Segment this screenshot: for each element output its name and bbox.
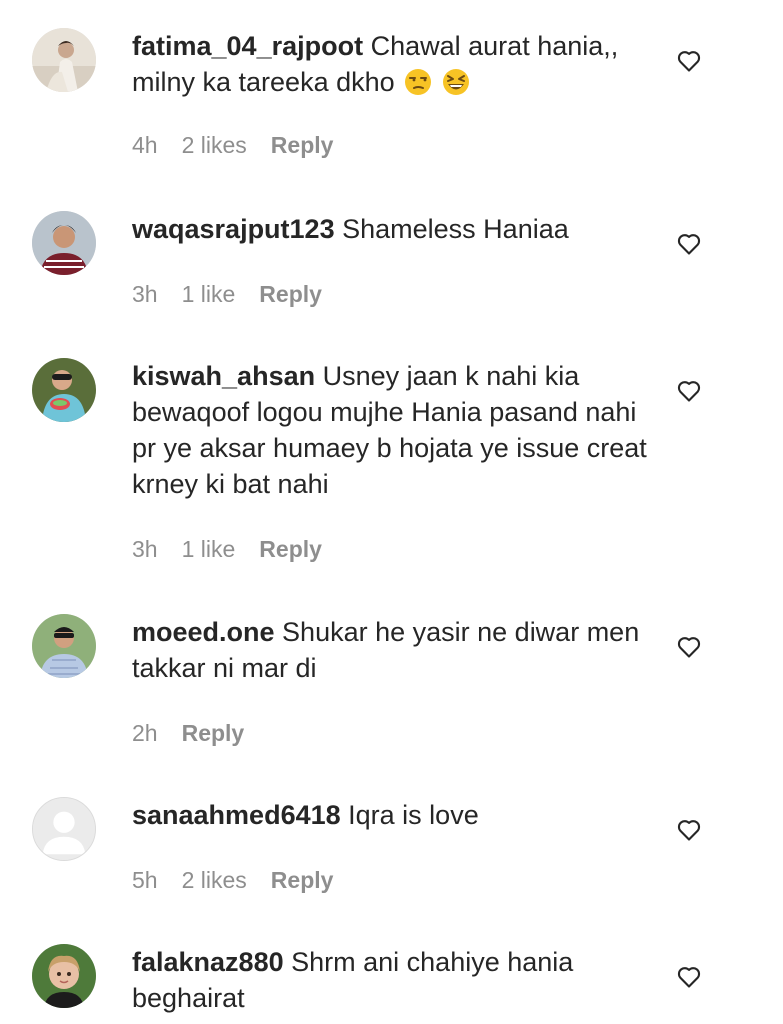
comment-username[interactable]: falaknaz880 <box>132 947 284 977</box>
grinning-squinting-face-emoji <box>442 69 469 95</box>
comment-likes-count[interactable]: 2 likes <box>182 132 247 158</box>
comment-likes-count[interactable]: 1 like <box>182 536 236 562</box>
comment-text: Iqra is love <box>348 800 479 830</box>
comment-meta: 3h 1 like Reply <box>132 281 346 308</box>
avatar-photo <box>32 211 96 275</box>
comment-time: 3h <box>132 281 158 307</box>
comment-username[interactable]: sanaahmed6418 <box>132 800 341 830</box>
comment-time: 3h <box>132 536 158 562</box>
comment-body: waqasrajput123 Shameless Haniaa <box>132 211 652 247</box>
comment-body: sanaahmed6418 Iqra is love <box>132 797 652 833</box>
reply-button[interactable]: Reply <box>271 132 334 158</box>
comment-meta: 4h 2 likes Reply <box>132 132 357 159</box>
comment-time: 5h <box>132 867 158 893</box>
avatar[interactable] <box>32 797 96 861</box>
comment-time: 2h <box>132 720 158 746</box>
avatar[interactable] <box>32 614 96 678</box>
heart-outline-icon[interactable] <box>675 46 703 74</box>
comment-likes-count[interactable]: 2 likes <box>182 867 247 893</box>
comment-text: Shameless Haniaa <box>342 214 569 244</box>
avatar-photo <box>32 358 96 422</box>
avatar-photo <box>32 944 96 1008</box>
reply-button[interactable]: Reply <box>182 720 245 746</box>
comment-meta: 2h Reply <box>132 720 268 747</box>
comment-body: kiswah_ahsan Usney jaan k nahi kia bewaq… <box>132 358 652 502</box>
heart-outline-icon[interactable] <box>675 229 703 257</box>
comment-meta: 5h 2 likes Reply <box>132 867 357 894</box>
comment-likes-count[interactable]: 1 like <box>182 281 236 307</box>
reply-button[interactable]: Reply <box>271 867 334 893</box>
comment-meta: 3h 1 like Reply <box>132 536 346 563</box>
comment-username[interactable]: waqasrajput123 <box>132 214 335 244</box>
comment-username[interactable]: kiswah_ahsan <box>132 361 315 391</box>
comment-body: fatima_04_rajpoot Chawal aurat hania,, m… <box>132 28 652 100</box>
heart-outline-icon[interactable] <box>675 815 703 843</box>
reply-button[interactable]: Reply <box>259 536 322 562</box>
reply-button[interactable]: Reply <box>259 281 322 307</box>
comment-body: falaknaz880 Shrm ani chahiye hania begha… <box>132 944 652 1016</box>
comment-username[interactable]: moeed.one <box>132 617 275 647</box>
avatar-photo <box>32 28 96 92</box>
comment-username[interactable]: fatima_04_rajpoot <box>132 31 363 61</box>
avatar-photo <box>32 614 96 678</box>
avatar[interactable] <box>32 211 96 275</box>
avatar[interactable] <box>32 944 96 1008</box>
avatar[interactable] <box>32 358 96 422</box>
heart-outline-icon[interactable] <box>675 632 703 660</box>
heart-outline-icon[interactable] <box>675 376 703 404</box>
comment-body: moeed.one Shukar he yasir ne diwar men t… <box>132 614 652 686</box>
default-avatar-icon <box>33 798 95 860</box>
comment-time: 4h <box>132 132 158 158</box>
heart-outline-icon[interactable] <box>675 962 703 990</box>
avatar[interactable] <box>32 28 96 92</box>
unamused-face-emoji <box>405 69 432 95</box>
